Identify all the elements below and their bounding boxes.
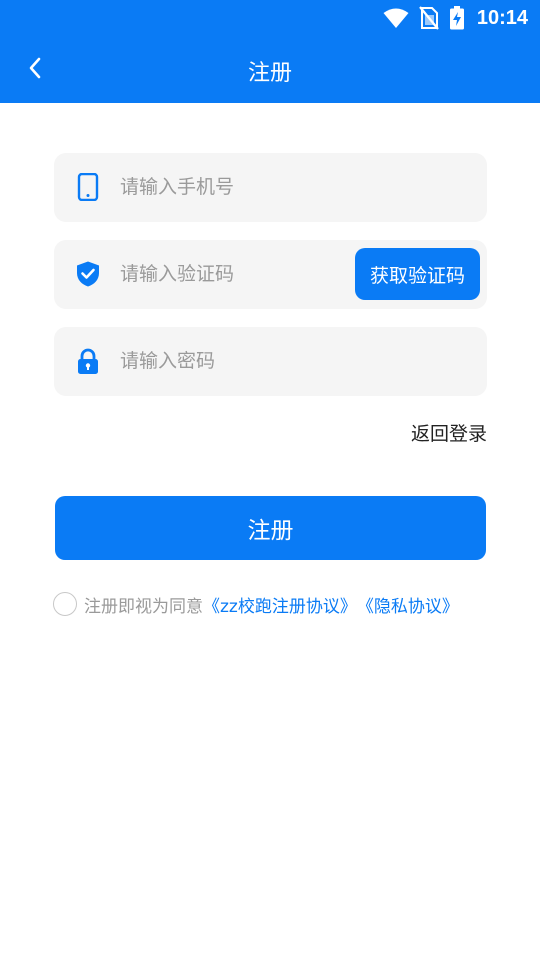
- back-to-login-link[interactable]: 返回登录: [411, 419, 487, 446]
- phone-input[interactable]: [120, 167, 340, 207]
- agreement-prefix: 注册即视为同意: [84, 596, 203, 617]
- password-field: [54, 327, 487, 396]
- agreement-row: 注册即视为同意 《zz校跑注册协议》 《隐私协议》: [53, 590, 459, 618]
- wifi-icon: [383, 8, 409, 28]
- status-time: 10:14: [476, 6, 528, 29]
- tablet-icon: [77, 173, 99, 201]
- status-bar: 10:14: [0, 0, 540, 36]
- app-header: 10:14 注册: [0, 0, 540, 103]
- register-button[interactable]: 注册: [55, 496, 486, 560]
- status-icons: 10:14: [383, 5, 528, 31]
- terms-link[interactable]: 《zz校跑注册协议》: [203, 592, 357, 617]
- phone-field: [54, 153, 487, 222]
- nav-bar: 注册: [0, 36, 540, 103]
- get-code-button[interactable]: 获取验证码: [355, 248, 480, 300]
- code-input[interactable]: [120, 254, 340, 294]
- lock-icon: [78, 348, 98, 374]
- password-input[interactable]: [120, 341, 340, 381]
- privacy-link[interactable]: 《隐私协议》: [357, 592, 459, 617]
- shield-check-icon: [77, 261, 99, 287]
- no-sim-icon: [418, 6, 439, 30]
- page-title: 注册: [247, 61, 292, 86]
- battery-charging-icon: [449, 6, 464, 30]
- code-field: 获取验证码: [54, 240, 487, 309]
- agree-checkbox[interactable]: [53, 592, 77, 616]
